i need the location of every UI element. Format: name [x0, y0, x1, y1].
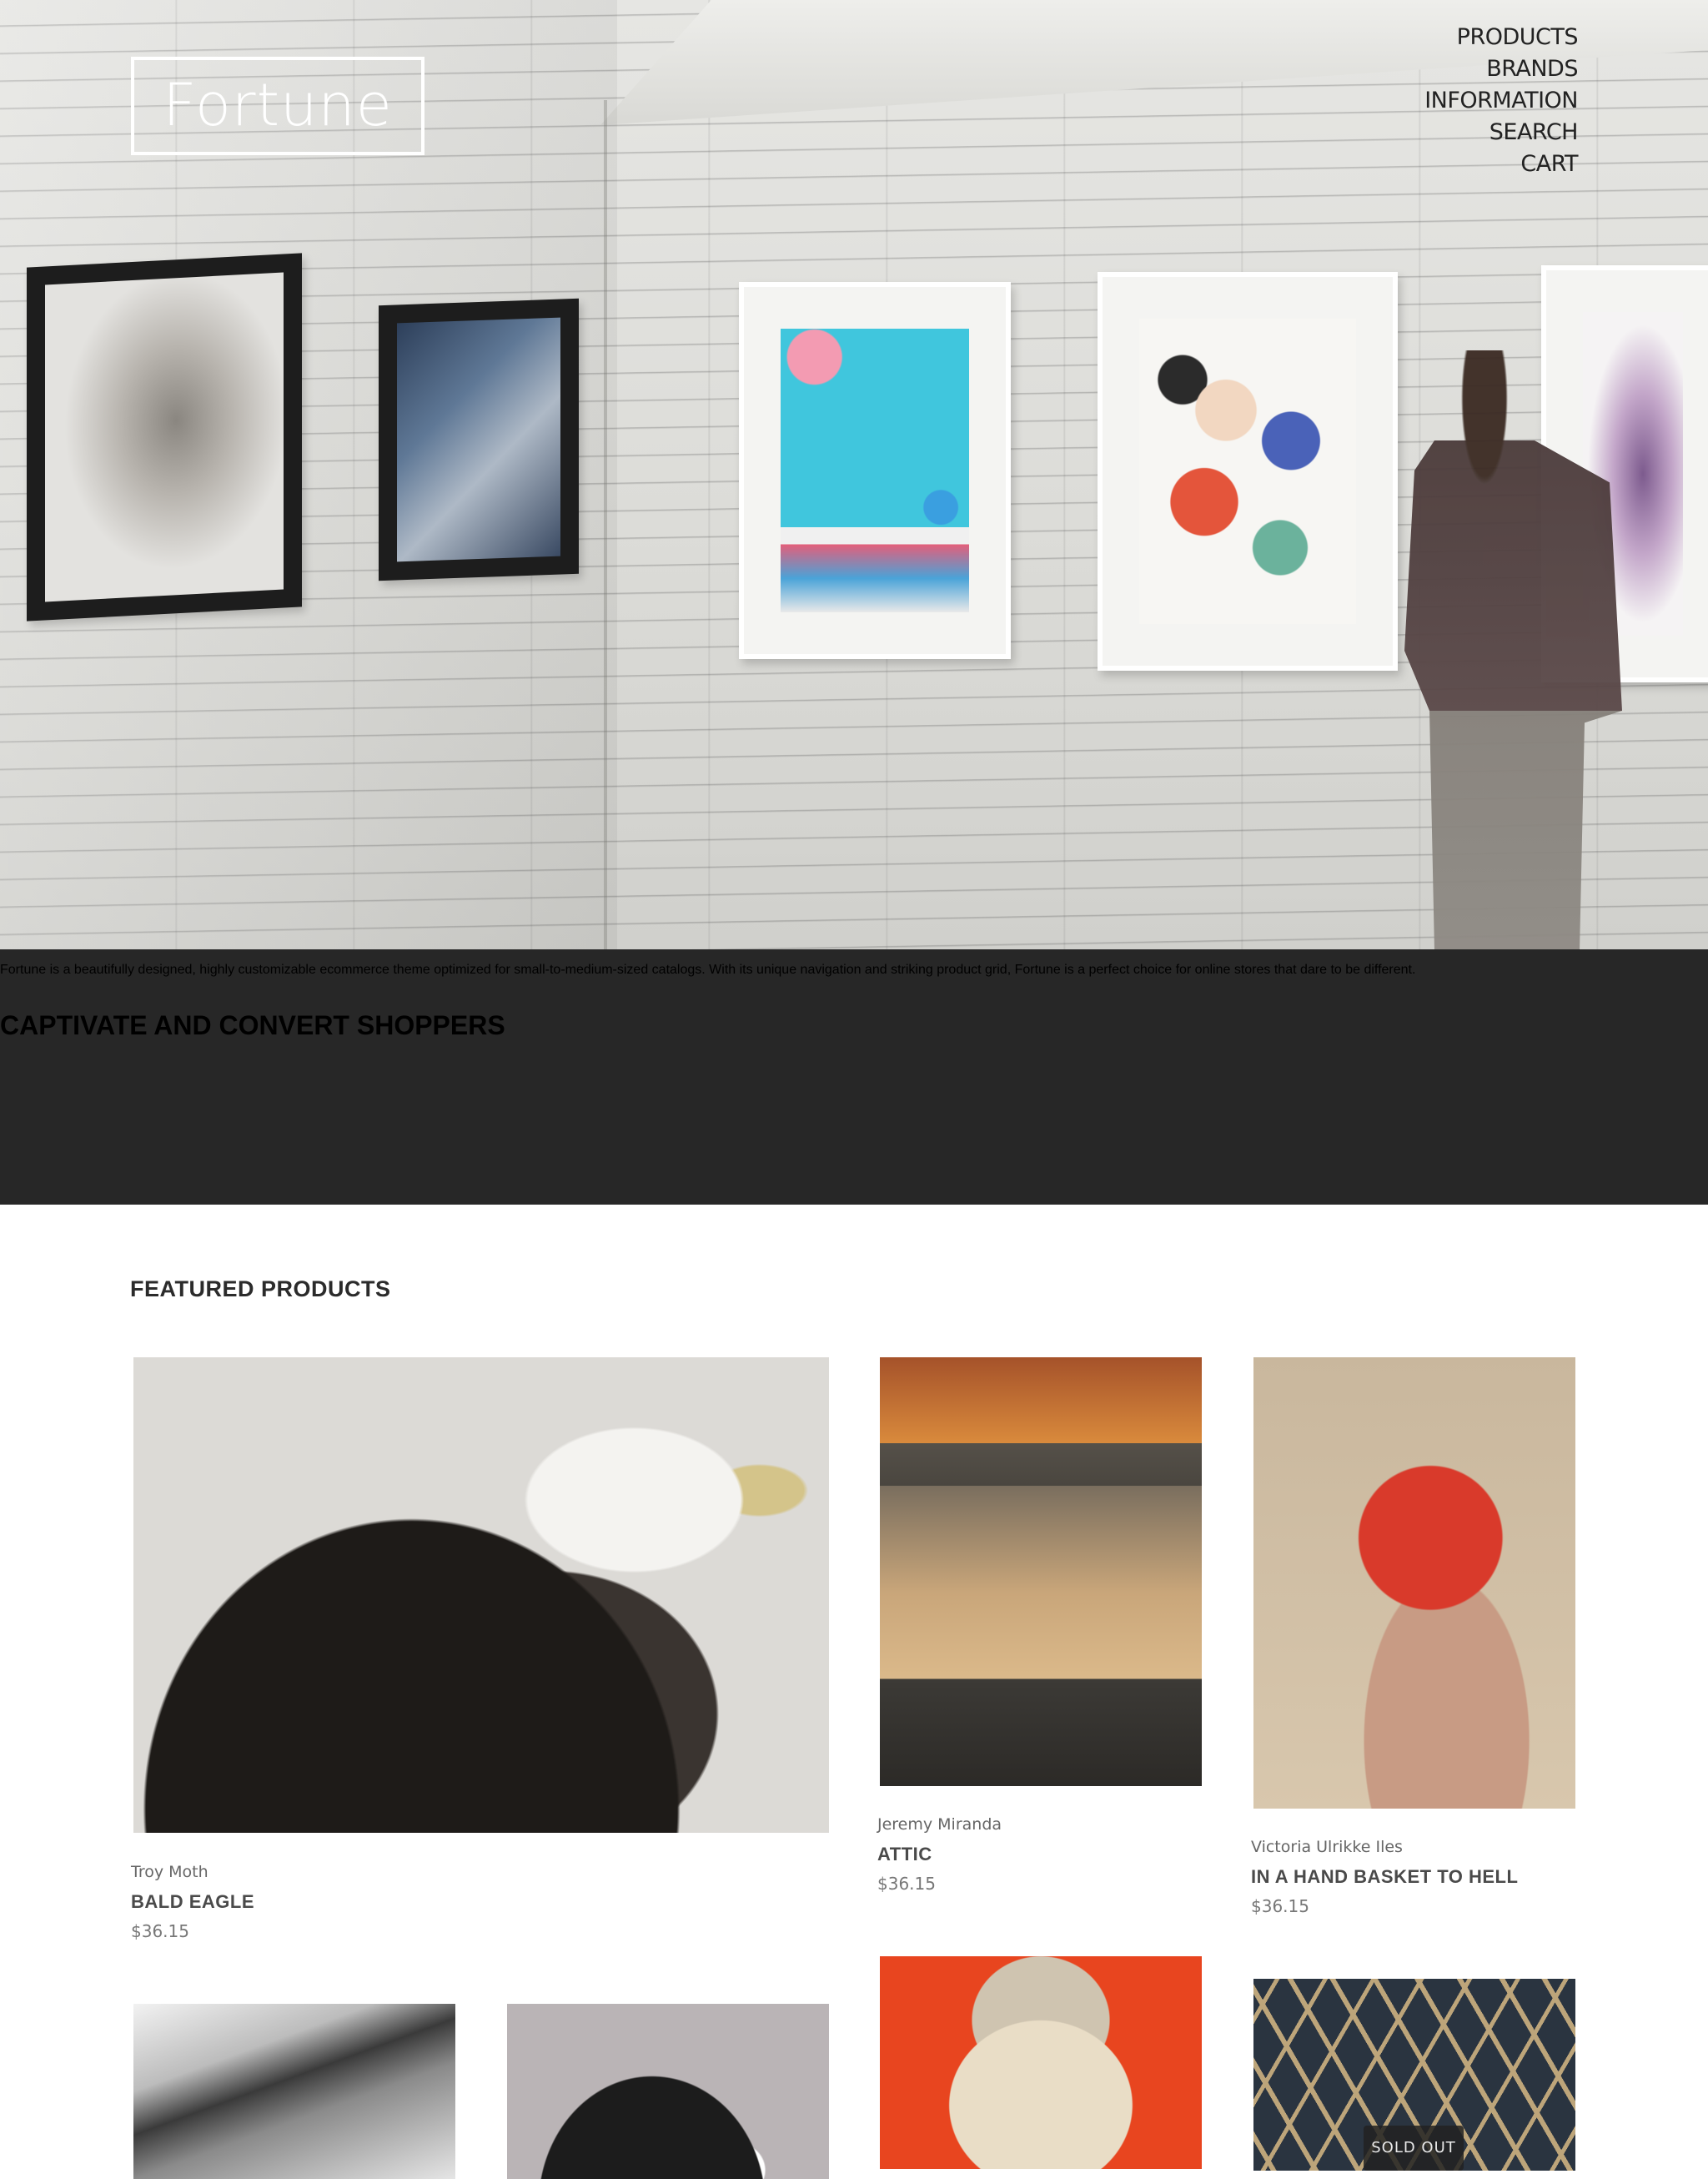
product-title[interactable]: BALD EAGLE — [131, 1891, 254, 1913]
product-price: $36.15 — [131, 1921, 189, 1941]
product-image-attic[interactable] — [880, 1357, 1202, 1786]
product-card-bald-eagle[interactable]: Troy Moth BALD EAGLE $36.15 — [131, 1357, 829, 1941]
nav-brands-link[interactable]: BRANDS — [1424, 53, 1578, 85]
framed-artwork-falcon — [27, 253, 302, 621]
nav-products-link[interactable]: PRODUCTS — [1424, 22, 1579, 53]
featured-products-heading: FEATURED PRODUCTS — [130, 1276, 391, 1301]
site-logo[interactable]: Fortune — [131, 57, 424, 155]
product-artist: Jeremy Miranda — [877, 1815, 1002, 1834]
product-image-typewriter[interactable] — [880, 1956, 1202, 2169]
product-card-mountain[interactable] — [133, 2004, 455, 2179]
product-title[interactable]: IN A HAND BASKET TO HELL — [1251, 1866, 1518, 1888]
framed-artwork-portrait — [1098, 272, 1398, 671]
product-image-bald-eagle[interactable] — [133, 1357, 829, 1833]
nav-cart-link[interactable]: CART — [1424, 148, 1578, 180]
product-image-hand-basket[interactable] — [1253, 1357, 1575, 1809]
product-card-pattern[interactable]: SOLD OUT — [1253, 1979, 1575, 2171]
intro-band — [0, 949, 1708, 1205]
intro-heading: CAPTIVATE AND CONVERT SHOPPERS — [0, 1010, 505, 1041]
nav-information-link[interactable]: INFORMATION — [1424, 85, 1578, 117]
hero-banner: Fortune PRODUCTS BRANDS INFORMATION SEAR… — [0, 0, 1708, 949]
product-image-portrait[interactable] — [507, 2004, 829, 2179]
product-artist: Victoria Ulrikke Iles — [1251, 1838, 1403, 1856]
nav-search-link[interactable]: SEARCH — [1424, 117, 1579, 148]
product-card-attic[interactable]: Jeremy Miranda ATTIC $36.15 — [877, 1357, 1202, 1894]
product-card-hand-basket[interactable]: Victoria Ulrikke Iles IN A HAND BASKET T… — [1251, 1357, 1575, 1916]
sold-out-badge: SOLD OUT — [1364, 2126, 1464, 2171]
product-image-mountain[interactable] — [133, 2004, 455, 2179]
product-artist: Troy Moth — [131, 1863, 208, 1881]
product-card-typewriter[interactable] — [880, 1956, 1202, 2169]
product-price: $36.15 — [877, 1874, 936, 1894]
framed-artwork-abstract — [379, 298, 579, 581]
main-navigation: PRODUCTS BRANDS INFORMATION SEARCH CART — [1424, 22, 1578, 180]
product-card-portrait[interactable] — [507, 2004, 829, 2179]
framed-artwork-diamond — [739, 282, 1011, 659]
product-title[interactable]: ATTIC — [877, 1844, 932, 1865]
wall-corner — [604, 100, 607, 949]
product-price: $36.15 — [1251, 1896, 1309, 1916]
intro-body: Fortune is a beautifully designed, highl… — [0, 963, 1416, 977]
